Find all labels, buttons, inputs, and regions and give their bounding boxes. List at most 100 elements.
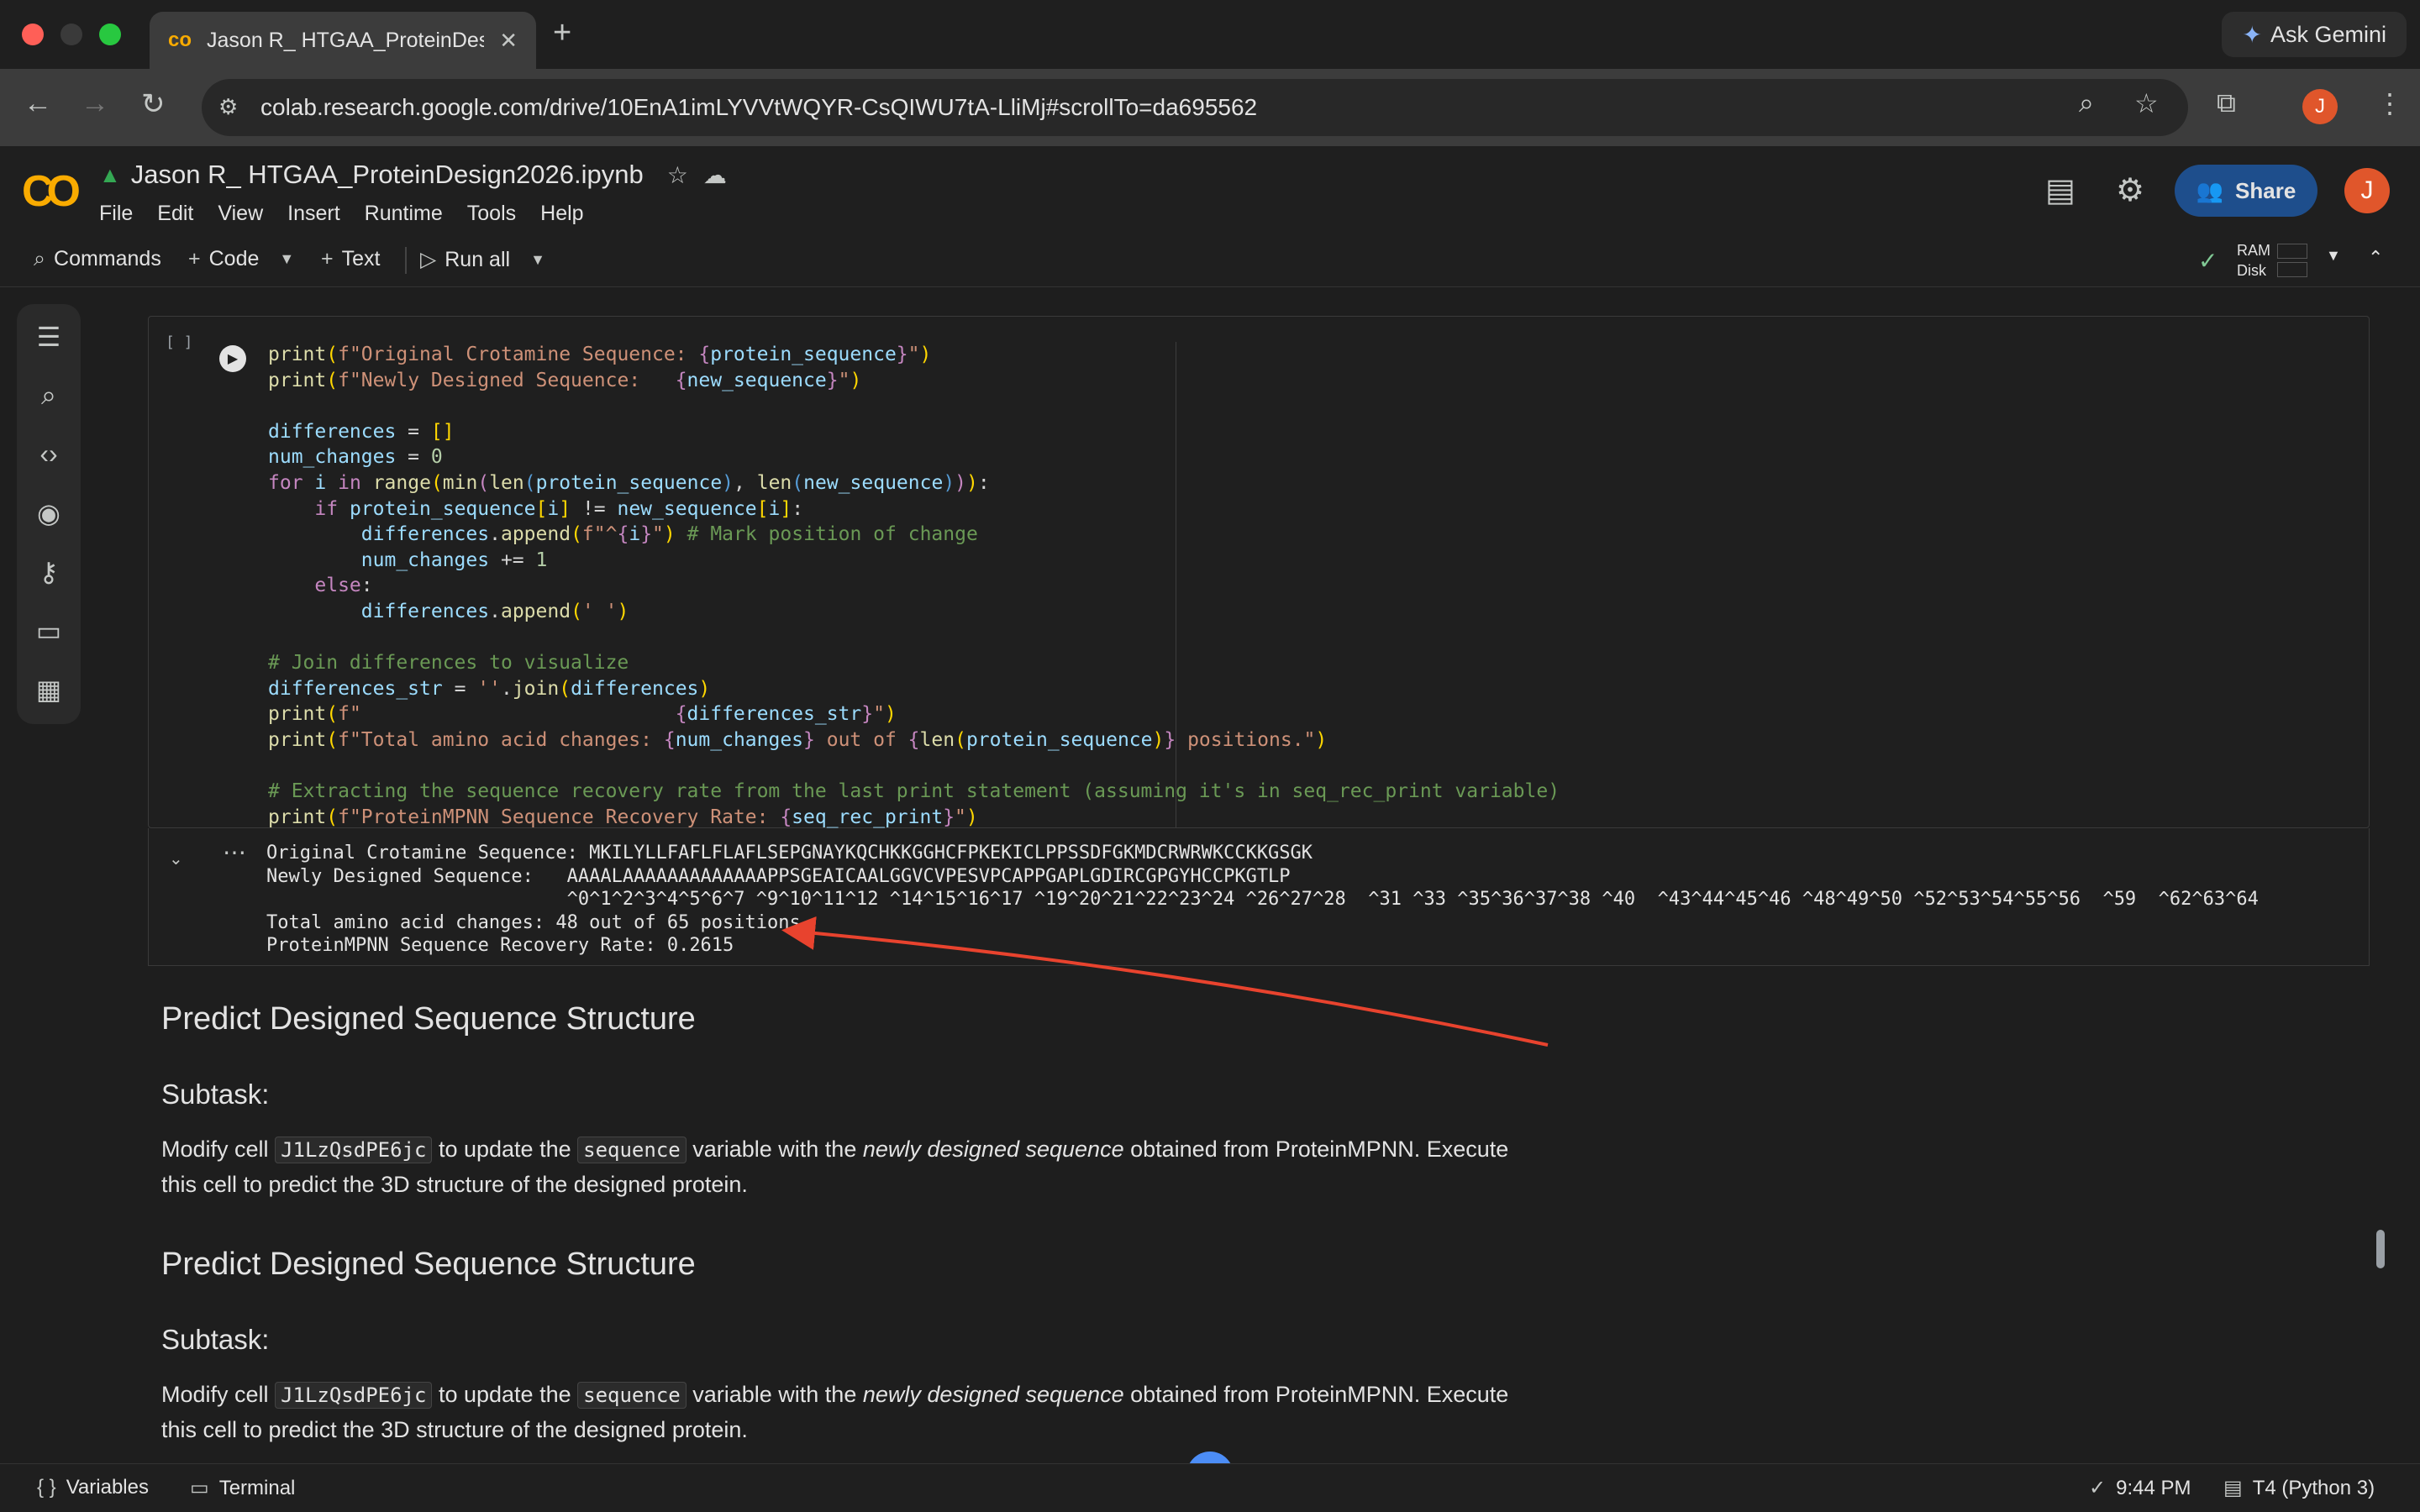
collapse-output-chevron-icon[interactable]: ⌄ [169, 848, 183, 869]
run-cell-button[interactable]: ▶ [219, 345, 246, 372]
ask-gemini-label: Ask Gemini [2270, 21, 2386, 47]
subtask-paragraph: Modify cell J1LzQsdPE6jc to update the s… [161, 1378, 1607, 1447]
check-icon: ✓ [2089, 1477, 2107, 1499]
menu-view[interactable]: View [218, 202, 263, 226]
find-replace-icon[interactable]: ⌕ [17, 380, 81, 412]
browser-profile-avatar[interactable]: J [2302, 89, 2338, 124]
share-button[interactable]: 👥 Share [2175, 165, 2317, 217]
output-menu-icon[interactable]: ⋯ [223, 838, 246, 866]
colab-logo[interactable]: CO [22, 166, 81, 217]
forward-arrow-icon[interactable]: → [81, 87, 109, 120]
execution-time: 9:44 PM [2116, 1476, 2191, 1499]
address-bar[interactable]: ⚙ colab.research.google.com/drive/10EnA1… [202, 79, 2188, 136]
resources-chevron-icon[interactable]: ▼ [2326, 247, 2341, 265]
user-avatar[interactable]: J [2344, 168, 2390, 213]
cell-output: ⌄ ⋯ Original Crotamine Sequence: MKILYLL… [148, 828, 2370, 966]
add-code-button[interactable]: + Code ▼ [188, 247, 294, 271]
url-text: colab.research.google.com/drive/10EnA1im… [260, 94, 1258, 120]
cloud-icon[interactable]: ☁ [703, 161, 727, 189]
subtask-heading: Subtask: [161, 1079, 270, 1110]
runtime-status[interactable]: ▤ T4 (Python 3) [2223, 1476, 2375, 1500]
output-line-differences: ^0^1^2^3^4^5^6^7 ^9^10^11^12 ^14^15^16^1… [266, 889, 2259, 910]
subtask-paragraph: Modify cell J1LzQsdPE6jc to update the s… [161, 1132, 1607, 1202]
scrollbar-thumb[interactable] [2376, 1230, 2385, 1268]
notebook-title-row: ▲ Jason R_ HTGAA_ProteinDesign2026.ipynb… [99, 160, 727, 190]
notebook-area: [ ] ▶ print(f"Original Crotamine Sequenc… [92, 301, 2400, 1452]
data-table-icon[interactable]: ▦ [17, 674, 81, 706]
browser-tab[interactable]: co Jason R_ HTGAA_ProteinDesign ✕ [150, 12, 536, 69]
menu-runtime[interactable]: Runtime [365, 202, 443, 226]
files-folder-icon[interactable]: ▭ [17, 615, 81, 647]
browser-tab-bar: co Jason R_ HTGAA_ProteinDesign ✕ + ✦ As… [0, 0, 2420, 69]
search-icon: ⌕ [34, 247, 46, 270]
terminal-button[interactable]: ▭ Terminal [190, 1476, 295, 1500]
bookmark-star-icon[interactable]: ☆ [2134, 87, 2159, 119]
site-info-icon[interactable]: ⚙ [218, 94, 238, 120]
variables-inspector-icon[interactable]: ◉ [17, 497, 81, 529]
drive-icon: ▲ [99, 161, 121, 187]
output-line-recovery-rate: ProteinMPNN Sequence Recovery Rate: 0.26… [266, 935, 734, 956]
execution-status[interactable]: ✓ 9:44 PM [2089, 1476, 2191, 1500]
section-heading: Predict Designed Sequence Structure [161, 1247, 696, 1282]
people-icon: 👥 [2196, 177, 2224, 203]
ram-label: RAM [2237, 242, 2270, 259]
code-editor[interactable]: print(f"Original Crotamine Sequence: {pr… [268, 342, 2369, 830]
terminal-label: Terminal [218, 1476, 296, 1499]
braces-icon: { } [37, 1476, 56, 1499]
ram-graph [2277, 244, 2307, 259]
commands-button[interactable]: ⌕ Commands [34, 247, 161, 271]
browser-menu-icon[interactable]: ⋮ [2376, 87, 2403, 119]
menu-bar: File Edit View Insert Runtime Tools Help [99, 202, 608, 226]
comments-icon[interactable]: ▤ [2045, 171, 2075, 209]
window-maximize-button[interactable] [99, 24, 121, 45]
para-text: variable with the [692, 1382, 857, 1407]
inline-code-cell-id: J1LzQsdPE6jc [275, 1382, 433, 1409]
zoom-icon[interactable]: ⌕ [2079, 87, 2094, 119]
run-all-button[interactable]: ▷ Run all ▼ [420, 247, 545, 272]
tab-title: Jason R_ HTGAA_ProteinDesign [207, 28, 484, 52]
menu-file[interactable]: File [99, 202, 133, 226]
collapse-header-icon[interactable]: ⌃ [2368, 247, 2383, 269]
table-of-contents-icon[interactable]: ☰ [17, 321, 81, 353]
inline-code-variable: sequence [577, 1382, 687, 1409]
close-tab-icon[interactable]: ✕ [499, 28, 518, 54]
disk-graph [2277, 262, 2307, 277]
menu-edit[interactable]: Edit [157, 202, 193, 226]
settings-gear-icon[interactable]: ⚙ [2116, 171, 2144, 209]
reload-icon[interactable]: ↻ [141, 87, 166, 121]
new-tab-icon[interactable]: + [553, 15, 571, 51]
code-snippets-icon[interactable]: ‹› [17, 438, 81, 470]
para-text: Modify cell [161, 1382, 269, 1407]
server-icon: ▤ [2223, 1477, 2243, 1499]
back-arrow-icon[interactable]: ← [24, 87, 52, 120]
plus-icon: + [321, 247, 334, 270]
secrets-key-icon[interactable]: ⚷ [17, 556, 81, 588]
command-bar: ⌕ Commands + Code ▼ + Text ▷ Run all ▼ ✓… [0, 234, 2420, 287]
chevron-down-icon[interactable]: ▼ [279, 250, 294, 268]
ask-gemini-button[interactable]: ✦ Ask Gemini [2222, 12, 2407, 57]
para-text: this cell to predict the 3D structure of… [161, 1172, 748, 1197]
para-text: obtained from ProteinMPNN. Execute [1130, 1137, 1509, 1162]
add-text-button[interactable]: + Text [321, 247, 380, 271]
inline-code-cell-id: J1LzQsdPE6jc [275, 1137, 433, 1163]
resource-indicator[interactable]: RAM Disk [2237, 240, 2270, 281]
variables-button[interactable]: { } Variables [37, 1476, 149, 1499]
star-icon[interactable]: ☆ [667, 161, 688, 189]
para-text: Modify cell [161, 1137, 269, 1162]
left-sidebar: ☰ ⌕ ‹› ◉ ⚷ ▭ ▦ [17, 304, 81, 724]
window-close-button[interactable] [22, 24, 44, 45]
variables-label: Variables [66, 1476, 149, 1499]
menu-help[interactable]: Help [540, 202, 583, 226]
code-cell[interactable]: [ ] ▶ print(f"Original Crotamine Sequenc… [148, 316, 2370, 830]
output-text: Original Crotamine Sequence: MKILYLLFAFL… [266, 842, 2259, 958]
chevron-down-icon[interactable]: ▼ [530, 251, 545, 269]
window-minimize-button[interactable] [60, 24, 82, 45]
tab-search-icon[interactable]: ⧉ [2217, 87, 2236, 119]
output-line-total-changes: Total amino acid changes: 48 out of 65 p… [266, 911, 813, 933]
subtask-heading: Subtask: [161, 1324, 270, 1355]
status-bar: { } Variables ▭ Terminal ✓ 9:44 PM ▤ T4 … [0, 1463, 2420, 1512]
menu-tools[interactable]: Tools [467, 202, 516, 226]
notebook-title[interactable]: Jason R_ HTGAA_ProteinDesign2026.ipynb [131, 160, 644, 190]
menu-insert[interactable]: Insert [287, 202, 340, 226]
para-text: variable with the [692, 1137, 857, 1162]
